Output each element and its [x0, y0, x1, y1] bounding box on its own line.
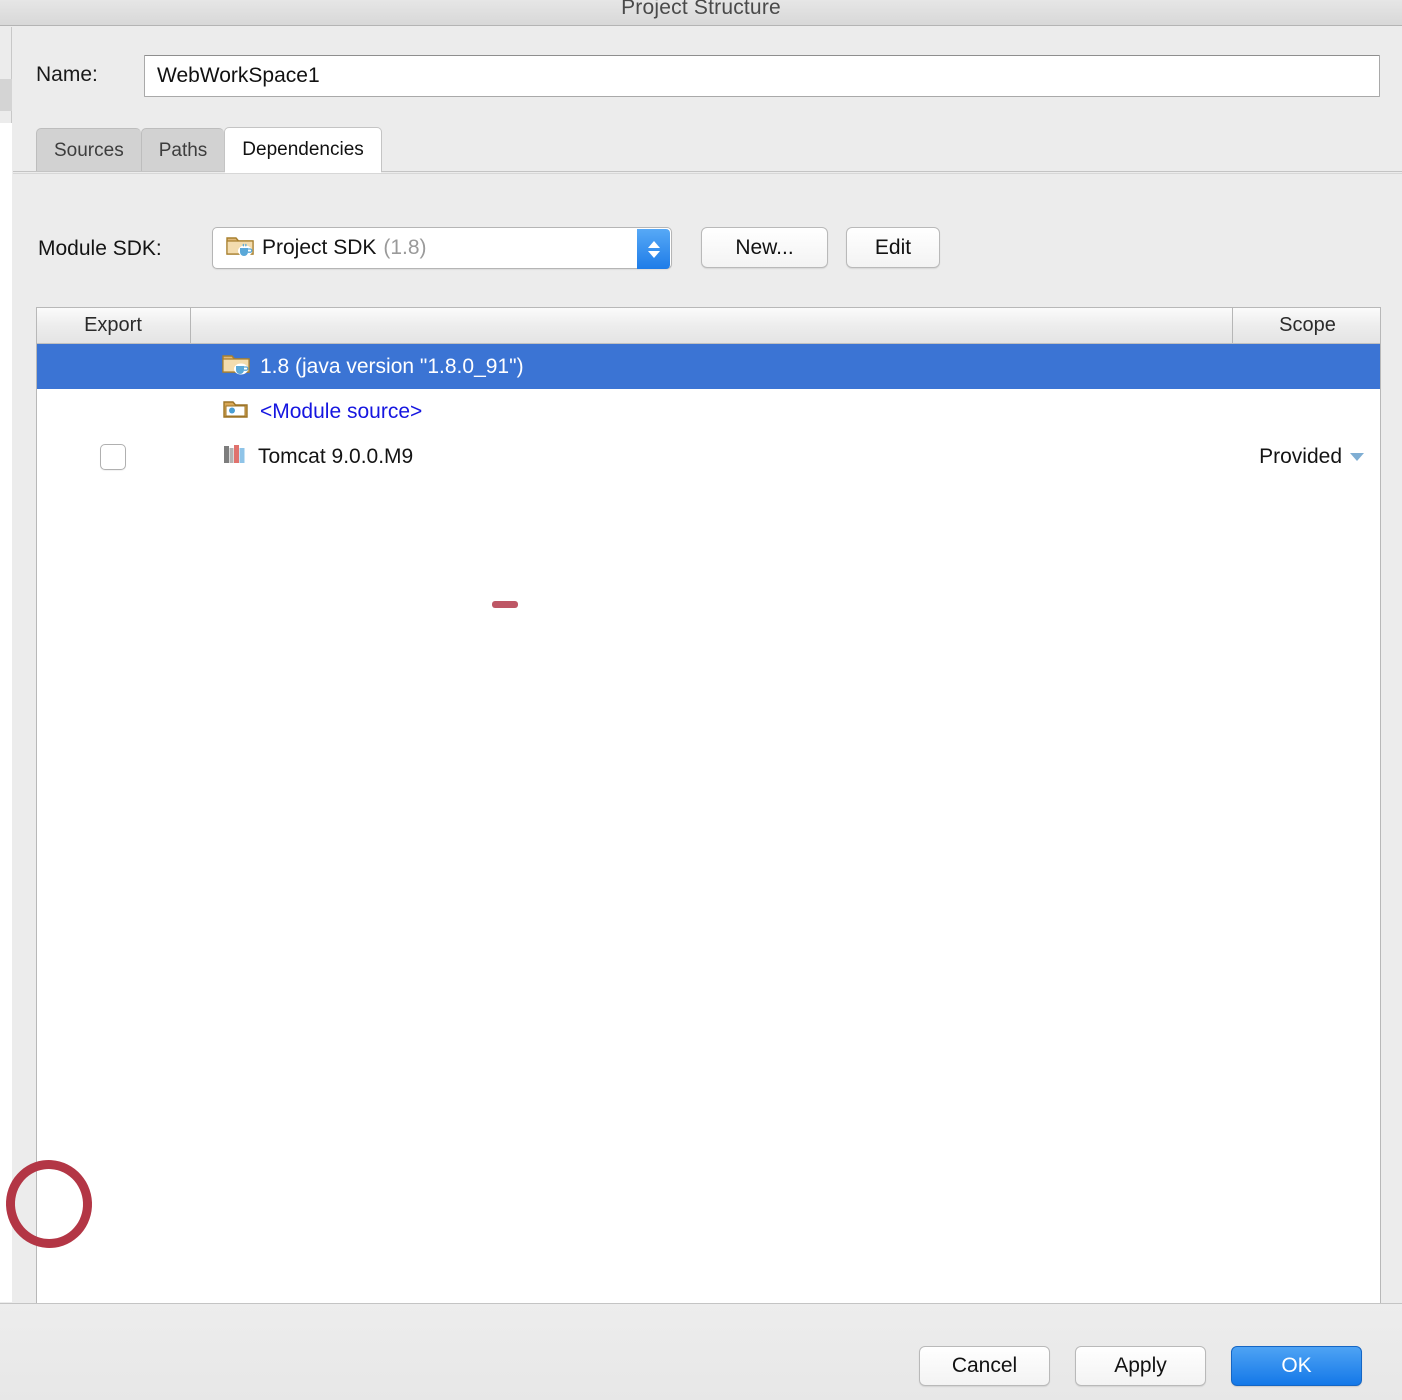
tab-dependencies[interactable]: Dependencies: [224, 127, 382, 172]
sidebar-selected-item[interactable]: [0, 79, 12, 111]
name-cell: 1.8 (java version "1.8.0_91"): [189, 352, 1190, 381]
name-cell: <Module source>: [189, 397, 1190, 426]
edit-sdk-button[interactable]: Edit: [846, 227, 940, 268]
table-row[interactable]: Tomcat 9.0.0.M9 Provided: [37, 434, 1380, 479]
module-name-input[interactable]: [144, 55, 1380, 97]
module-sdk-row: Module SDK: Project SDK (1.8) New... Edi…: [13, 227, 1402, 275]
table-row[interactable]: <Module source>: [37, 389, 1380, 434]
module-sdk-select[interactable]: Project SDK (1.8): [212, 227, 672, 269]
window-titlebar: Project Structure: [0, 0, 1402, 26]
table-row[interactable]: 1.8 (java version "1.8.0_91"): [37, 344, 1380, 389]
column-header-name[interactable]: [190, 308, 1231, 343]
sidebar-list-area: [0, 123, 12, 1302]
tab-sources[interactable]: Sources: [36, 128, 141, 172]
module-name-row: Name:: [13, 55, 1402, 97]
name-cell: Tomcat 9.0.0.M9: [189, 442, 1190, 471]
sidebar-strip[interactable]: [0, 27, 12, 1302]
apply-button[interactable]: Apply: [1075, 1346, 1206, 1386]
module-sdk-value: Project SDK: [262, 236, 377, 259]
ok-button[interactable]: OK: [1231, 1346, 1362, 1386]
dependencies-table[interactable]: Export Scope 1.8 (java version "1.8.0_91…: [36, 307, 1381, 1339]
stepper-up-down-icon[interactable]: [637, 229, 670, 269]
module-sdk-label: Module SDK:: [38, 237, 162, 260]
chevron-down-icon[interactable]: [1350, 452, 1364, 461]
column-header-scope[interactable]: Scope: [1232, 308, 1382, 343]
scope-value: Provided: [1259, 444, 1342, 468]
module-source-folder-icon: [222, 397, 250, 426]
tab-bar: Sources Paths Dependencies: [36, 127, 382, 172]
dialog-footer: Cancel Apply OK: [0, 1303, 1402, 1400]
tab-paths[interactable]: Paths: [140, 128, 225, 172]
module-name-label: Name:: [36, 63, 98, 86]
export-cell: [37, 443, 189, 470]
library-books-icon: [222, 442, 248, 471]
row-label: Tomcat 9.0.0.M9: [258, 444, 414, 468]
module-sdk-version: (1.8): [383, 236, 427, 259]
tab-active-mask: [225, 171, 381, 173]
row-label: <Module source>: [260, 399, 423, 423]
dependencies-panel: Module SDK: Project SDK (1.8) New... Edi…: [13, 173, 1402, 1400]
tab-underline: [13, 171, 1402, 172]
new-sdk-button[interactable]: New...: [701, 227, 828, 268]
row-label: 1.8 (java version "1.8.0_91"): [260, 354, 524, 378]
table-header-row: Export Scope: [37, 308, 1380, 344]
table-body: 1.8 (java version "1.8.0_91") <Module so…: [37, 344, 1380, 479]
sdk-folder-java-icon: [226, 234, 254, 263]
sdk-folder-java-icon: [222, 352, 250, 381]
cancel-button[interactable]: Cancel: [919, 1346, 1050, 1386]
dialog-content: Name: Sources Paths Dependencies Module …: [13, 27, 1402, 1400]
project-structure-dialog: Project Structure Name: Sources Paths De…: [0, 0, 1402, 1400]
window-title: Project Structure: [621, 0, 781, 19]
column-header-export[interactable]: Export: [37, 308, 189, 343]
scope-cell[interactable]: Provided: [1190, 445, 1380, 469]
red-dash-annotation: [492, 601, 518, 608]
export-checkbox[interactable]: [100, 443, 126, 470]
